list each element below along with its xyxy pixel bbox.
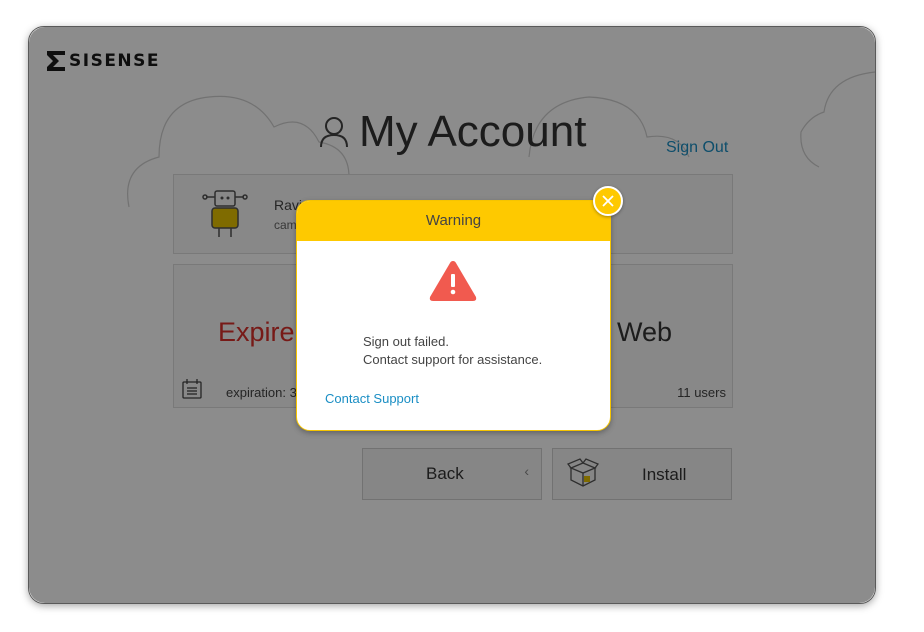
dialog-message-line2: Contact support for assistance. — [363, 352, 543, 367]
app-window: SISENSE My Account Sign Out Ravi cam Exp… — [28, 26, 876, 604]
dialog-title: Warning — [297, 201, 610, 241]
close-icon — [602, 195, 614, 207]
warning-icon — [429, 261, 477, 301]
dialog-close-button[interactable] — [593, 186, 623, 216]
contact-support-link[interactable]: Contact Support — [325, 391, 419, 406]
warning-dialog: Warning Sign out failed. Contact support… — [296, 200, 611, 431]
dialog-message-line1: Sign out failed. — [363, 334, 450, 349]
